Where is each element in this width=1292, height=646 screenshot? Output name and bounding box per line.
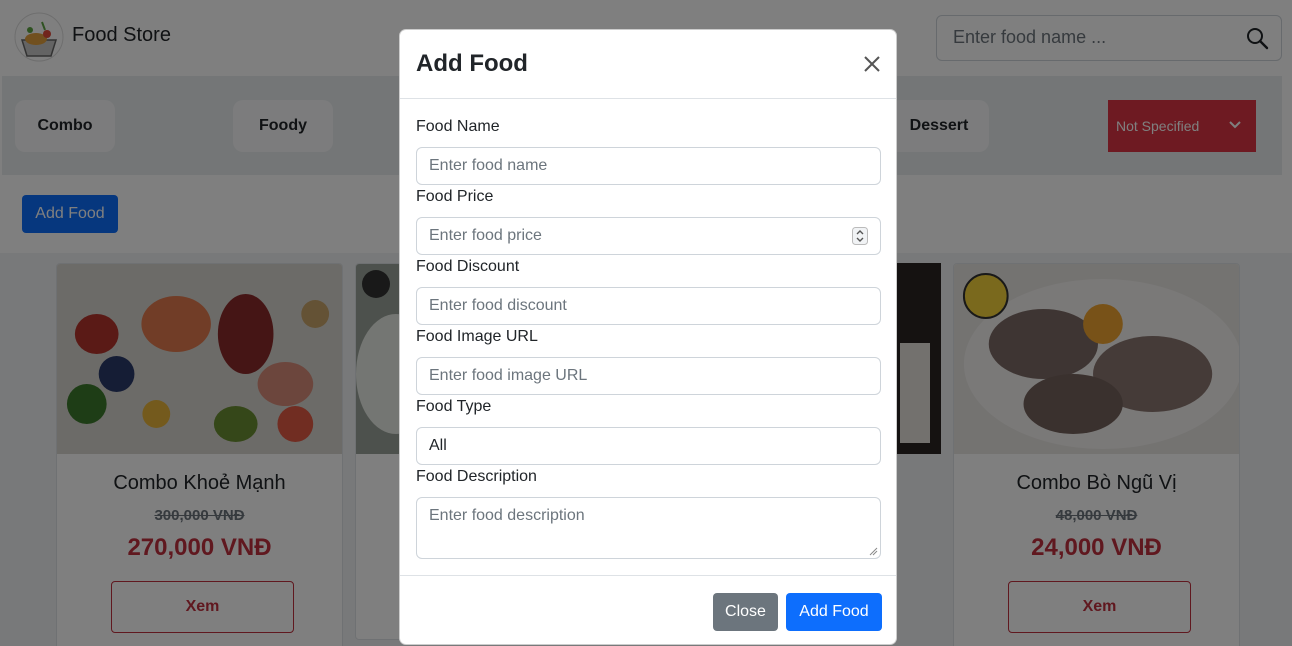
- food-name-placeholder: Enter food name: [429, 157, 548, 174]
- close-icon[interactable]: [862, 54, 882, 74]
- food-name-label: Food Name: [416, 118, 500, 135]
- food-price-input[interactable]: Enter food price: [416, 217, 881, 255]
- food-type-label: Food Type: [416, 398, 492, 415]
- food-description-label: Food Description: [416, 468, 537, 485]
- food-image-url-placeholder: Enter food image URL: [429, 367, 588, 384]
- add-food-submit-button[interactable]: Add Food: [786, 593, 882, 631]
- food-price-placeholder: Enter food price: [429, 227, 542, 244]
- food-description-textarea[interactable]: Enter food description: [416, 497, 881, 559]
- food-image-url-label: Food Image URL: [416, 328, 538, 345]
- food-discount-input[interactable]: Enter food discount: [416, 287, 881, 325]
- add-food-modal: Add Food Food Name Enter food name Food …: [399, 29, 897, 645]
- food-image-url-input[interactable]: Enter food image URL: [416, 357, 881, 395]
- food-name-input[interactable]: Enter food name: [416, 147, 881, 185]
- food-discount-placeholder: Enter food discount: [429, 297, 567, 314]
- modal-footer: Close Add Food: [400, 575, 896, 645]
- modal-title: Add Food: [416, 50, 528, 77]
- modal-header: Add Food: [400, 30, 896, 99]
- food-type-value: All: [429, 437, 447, 454]
- close-button[interactable]: Close: [713, 593, 778, 631]
- food-price-label: Food Price: [416, 188, 494, 205]
- food-type-select[interactable]: All: [416, 427, 881, 465]
- resize-handle-icon[interactable]: [868, 546, 878, 556]
- food-discount-label: Food Discount: [416, 258, 520, 275]
- number-stepper-icon[interactable]: [852, 227, 868, 245]
- food-description-placeholder: Enter food description: [429, 507, 585, 524]
